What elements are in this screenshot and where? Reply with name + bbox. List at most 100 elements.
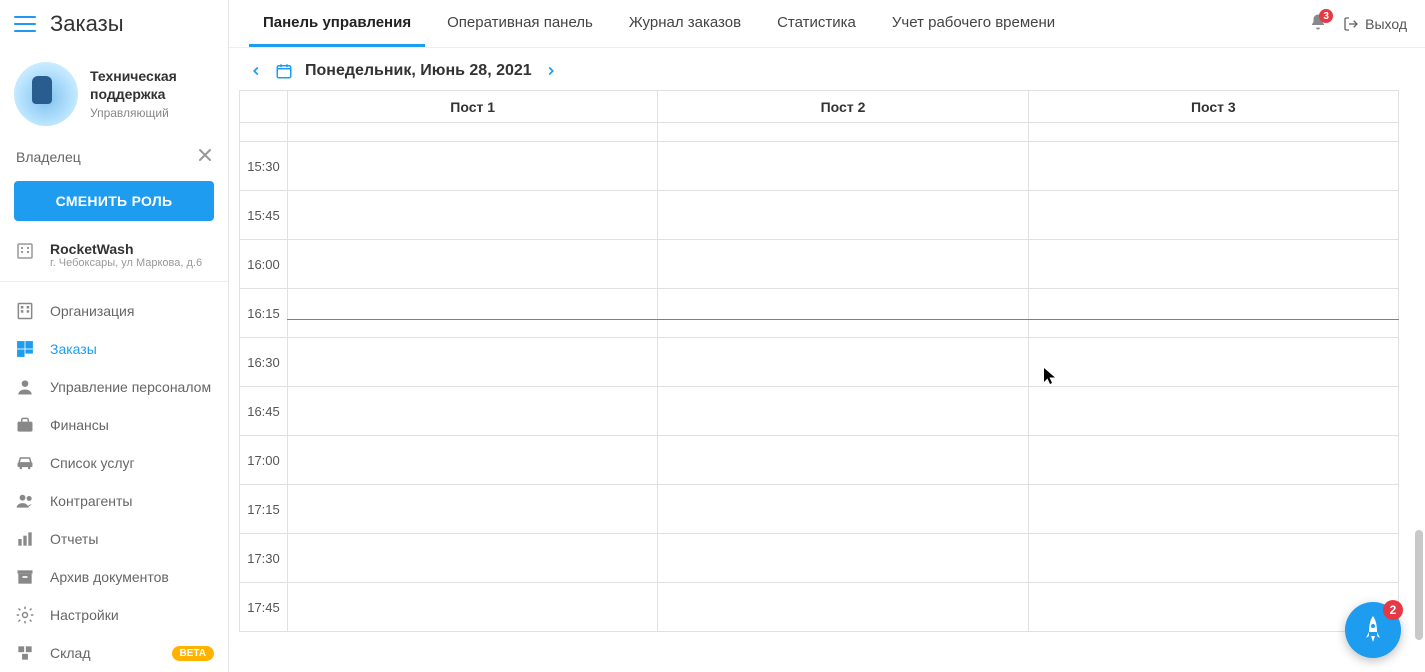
- schedule-slot[interactable]: [288, 191, 658, 240]
- tab-worktime[interactable]: Учет рабочего времени: [878, 0, 1069, 47]
- calendar-button[interactable]: [275, 62, 293, 80]
- schedule-wrap: Пост 1Пост 2Пост 315:3015:4516:0016:1516…: [229, 90, 1425, 672]
- subheader-cell: [288, 123, 658, 142]
- schedule-slot[interactable]: [658, 436, 1028, 485]
- date-nav: Понедельник, Июнь 28, 2021: [229, 48, 1425, 90]
- nav-item-organization[interactable]: Организация: [0, 292, 228, 330]
- rocket-icon: [1361, 614, 1385, 646]
- nav-item-archive[interactable]: Архив документов: [0, 558, 228, 596]
- schedule-grid: Пост 1Пост 2Пост 315:3015:4516:0016:1516…: [239, 90, 1399, 632]
- chevron-right-icon: [544, 64, 558, 78]
- schedule-slot[interactable]: [288, 485, 658, 534]
- users-icon: [14, 491, 36, 511]
- tab-journal[interactable]: Журнал заказов: [615, 0, 755, 47]
- owner-label: Владелец: [16, 149, 81, 165]
- nav-label: Заказы: [50, 341, 97, 357]
- fab-badge: 2: [1383, 600, 1403, 620]
- user-block: Техническая поддержка Управляющий: [0, 48, 228, 134]
- notifications-badge: 3: [1319, 9, 1333, 23]
- hamburger-menu-icon[interactable]: [14, 13, 36, 35]
- schedule-slot[interactable]: [658, 142, 1028, 191]
- tab-operational[interactable]: Оперативная панель: [433, 0, 607, 47]
- schedule-slot[interactable]: [288, 436, 658, 485]
- schedule-slot[interactable]: [1029, 191, 1399, 240]
- subheader-cell: [240, 123, 288, 142]
- post-header-1: Пост 1: [288, 91, 658, 123]
- schedule-slot[interactable]: [658, 289, 1028, 338]
- schedule-slot[interactable]: [658, 387, 1028, 436]
- building-icon: [14, 301, 36, 321]
- schedule-slot[interactable]: [1029, 534, 1399, 583]
- schedule-slot[interactable]: [288, 142, 658, 191]
- nav-label: Склад: [50, 645, 91, 661]
- nav-item-reports[interactable]: Отчеты: [0, 520, 228, 558]
- time-label: 17:15: [240, 485, 288, 534]
- schedule-slot[interactable]: [1029, 387, 1399, 436]
- user-name-line1: Техническая: [90, 68, 177, 85]
- time-label: 16:30: [240, 338, 288, 387]
- next-day-button[interactable]: [544, 64, 558, 78]
- schedule-slot[interactable]: [1029, 240, 1399, 289]
- schedule-slot[interactable]: [1029, 583, 1399, 632]
- nav-item-warehouse[interactable]: Склад BETA: [0, 634, 228, 672]
- subheader-cell: [1029, 123, 1399, 142]
- schedule-slot[interactable]: [288, 387, 658, 436]
- briefcase-icon: [14, 415, 36, 435]
- schedule-slot[interactable]: [658, 240, 1028, 289]
- nav-label: Организация: [50, 303, 134, 319]
- main: Панель управленияОперативная панельЖурна…: [229, 0, 1425, 672]
- post-header-3: Пост 3: [1029, 91, 1399, 123]
- schedule-slot[interactable]: [658, 191, 1028, 240]
- schedule-slot[interactable]: [658, 338, 1028, 387]
- schedule-slot[interactable]: [1029, 436, 1399, 485]
- logout-link[interactable]: Выход: [1343, 16, 1407, 32]
- time-label: 16:00: [240, 240, 288, 289]
- org-name: RocketWash: [50, 241, 202, 257]
- tab-stats[interactable]: Статистика: [763, 0, 870, 47]
- logout-icon: [1343, 16, 1359, 32]
- grid-icon: [14, 339, 36, 359]
- fab-button[interactable]: 2: [1345, 602, 1401, 658]
- schedule-slot[interactable]: [288, 338, 658, 387]
- gear-icon: [14, 605, 36, 625]
- user-role: Управляющий: [90, 106, 177, 120]
- close-icon[interactable]: [198, 148, 212, 165]
- nav-item-contractors[interactable]: Контрагенты: [0, 482, 228, 520]
- nav-item-settings[interactable]: Настройки: [0, 596, 228, 634]
- sidebar: Заказы Техническая поддержка Управляющий…: [0, 0, 229, 672]
- schedule-slot[interactable]: [658, 534, 1028, 583]
- tab-dashboard[interactable]: Панель управления: [249, 0, 425, 47]
- schedule-slot[interactable]: [288, 534, 658, 583]
- schedule-slot[interactable]: [658, 583, 1028, 632]
- nav-label: Список услуг: [50, 455, 135, 471]
- nav-label: Финансы: [50, 417, 109, 433]
- schedule-slot[interactable]: [1029, 289, 1399, 338]
- schedule-slot[interactable]: [288, 240, 658, 289]
- nav-item-services[interactable]: Список услуг: [0, 444, 228, 482]
- schedule-slot[interactable]: [658, 485, 1028, 534]
- schedule-slot[interactable]: [288, 289, 658, 338]
- org-block[interactable]: RocketWash г. Чебоксары, ул Маркова, д.6: [0, 231, 228, 282]
- schedule-corner: [240, 91, 288, 123]
- calendar-icon: [275, 62, 293, 80]
- nav-item-finance[interactable]: Финансы: [0, 406, 228, 444]
- beta-badge: BETA: [172, 646, 214, 661]
- boxes-icon: [14, 643, 36, 663]
- chevron-left-icon: [249, 64, 263, 78]
- nav-item-staff[interactable]: Управление персоналом: [0, 368, 228, 406]
- prev-day-button[interactable]: [249, 64, 263, 78]
- nav-item-orders[interactable]: Заказы: [0, 330, 228, 368]
- topbar: Панель управленияОперативная панельЖурна…: [229, 0, 1425, 48]
- time-label: 15:45: [240, 191, 288, 240]
- schedule-slot[interactable]: [288, 583, 658, 632]
- time-label: 16:45: [240, 387, 288, 436]
- scrollbar-thumb[interactable]: [1415, 530, 1423, 640]
- time-label: 17:45: [240, 583, 288, 632]
- date-label: Понедельник, Июнь 28, 2021: [305, 62, 532, 80]
- switch-role-button[interactable]: СМЕНИТЬ РОЛЬ: [14, 181, 214, 221]
- schedule-slot[interactable]: [1029, 142, 1399, 191]
- notifications-bell[interactable]: 3: [1309, 13, 1327, 34]
- schedule-slot[interactable]: [1029, 485, 1399, 534]
- page-title: Заказы: [50, 11, 124, 37]
- schedule-slot[interactable]: [1029, 338, 1399, 387]
